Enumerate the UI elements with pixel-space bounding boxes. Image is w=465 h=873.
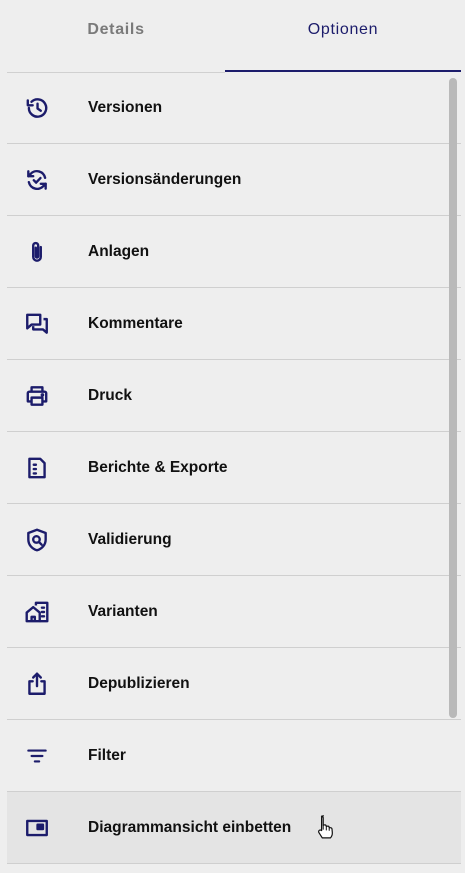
option-label: Varianten <box>88 603 158 620</box>
options-list: Versionen Versionsänderungen Anlagen Kom… <box>7 72 461 873</box>
option-filter[interactable]: Filter <box>7 720 461 792</box>
option-label: Versionen <box>88 99 163 116</box>
embed-window-icon <box>24 815 50 841</box>
hand-pointer-cursor-icon <box>314 814 336 840</box>
option-label: Berichte & Exporte <box>88 459 228 476</box>
shield-search-icon <box>24 527 50 553</box>
tab-bar: Details Optionen <box>0 0 465 73</box>
option-berichte-exporte[interactable]: Berichte & Exporte <box>7 432 461 504</box>
options-panel: Details Optionen Versionen Versionsänder… <box>0 0 465 873</box>
option-depublizieren[interactable]: Depublizieren <box>7 648 461 720</box>
option-versionen[interactable]: Versionen <box>7 72 461 144</box>
tab-optionen[interactable]: Optionen <box>225 0 461 72</box>
option-label: Depublizieren <box>88 675 190 692</box>
option-label: Validierung <box>88 531 172 548</box>
option-label: Kommentare <box>88 315 183 332</box>
option-label: Diagrammansicht einbetten <box>88 819 292 836</box>
sync-check-icon <box>24 167 50 193</box>
option-label: Anlagen <box>88 243 150 260</box>
share-upload-icon <box>24 671 50 697</box>
option-label: Druck <box>88 387 132 404</box>
option-label: Versionsänderungen <box>88 171 242 188</box>
tab-details[interactable]: Details <box>0 0 232 72</box>
filter-icon <box>24 743 50 769</box>
scrollbar-thumb[interactable] <box>449 78 457 718</box>
option-kommentare[interactable]: Kommentare <box>7 288 461 360</box>
option-druck[interactable]: Druck <box>7 360 461 432</box>
option-label: Filter <box>88 747 126 764</box>
comments-icon <box>24 311 50 337</box>
option-validierung[interactable]: Validierung <box>7 504 461 576</box>
option-versionsaenderungen[interactable]: Versionsänderungen <box>7 144 461 216</box>
option-diagrammansicht-einbetten[interactable]: Diagrammansicht einbetten <box>7 792 461 864</box>
option-varianten[interactable]: Varianten <box>7 576 461 648</box>
report-document-icon <box>24 455 50 481</box>
history-icon <box>24 95 50 121</box>
paperclip-icon <box>24 239 50 265</box>
printer-icon <box>24 383 50 409</box>
option-anlagen[interactable]: Anlagen <box>7 216 461 288</box>
buildings-icon <box>24 599 50 625</box>
